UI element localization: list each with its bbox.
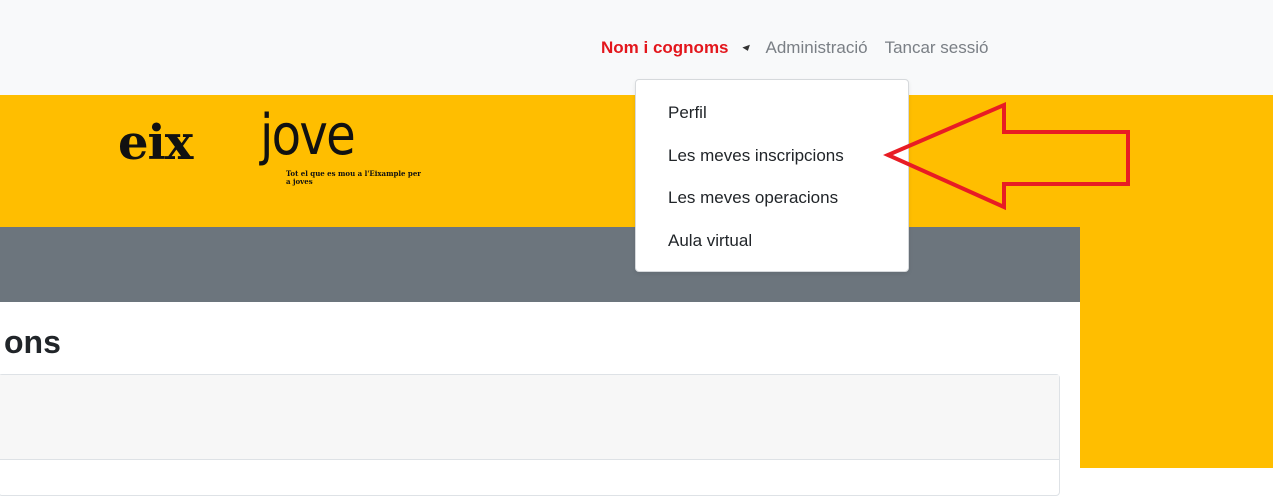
menu-item-virtual-classroom[interactable]: Aula virtual [668, 230, 752, 252]
logout-link[interactable]: Tancar sessió [885, 38, 989, 58]
page-header-bar [0, 227, 1080, 302]
page-title: ons [4, 324, 61, 360]
menu-item-profile[interactable]: Perfil [668, 102, 707, 124]
logo-wordmark-light: jove [260, 103, 356, 168]
menu-item-my-operations[interactable]: Les meves operacions [668, 187, 838, 209]
annotation-arrow-icon [883, 101, 1130, 211]
user-menu-toggle[interactable]: Nom i cognoms [601, 38, 729, 58]
eixjove-logo[interactable]: eix jove Tot el que es mou a l'Eixample … [118, 108, 428, 208]
user-nav: Nom i cognoms Administració Tancar sessi… [601, 38, 1006, 58]
content-card [0, 374, 1060, 496]
admin-link[interactable]: Administració [766, 38, 868, 58]
menu-item-my-registrations[interactable]: Les meves inscripcions [668, 145, 844, 167]
caret-down-icon[interactable] [741, 44, 752, 52]
side-banner-strip [1080, 227, 1273, 468]
logo-wordmark-bold: eix [118, 115, 193, 171]
card-header [0, 375, 1059, 460]
logo-tagline: Tot el que es mou a l'Eixample per a jov… [286, 169, 421, 186]
user-dropdown-menu: Perfil Les meves inscripcions Les meves … [635, 79, 909, 272]
